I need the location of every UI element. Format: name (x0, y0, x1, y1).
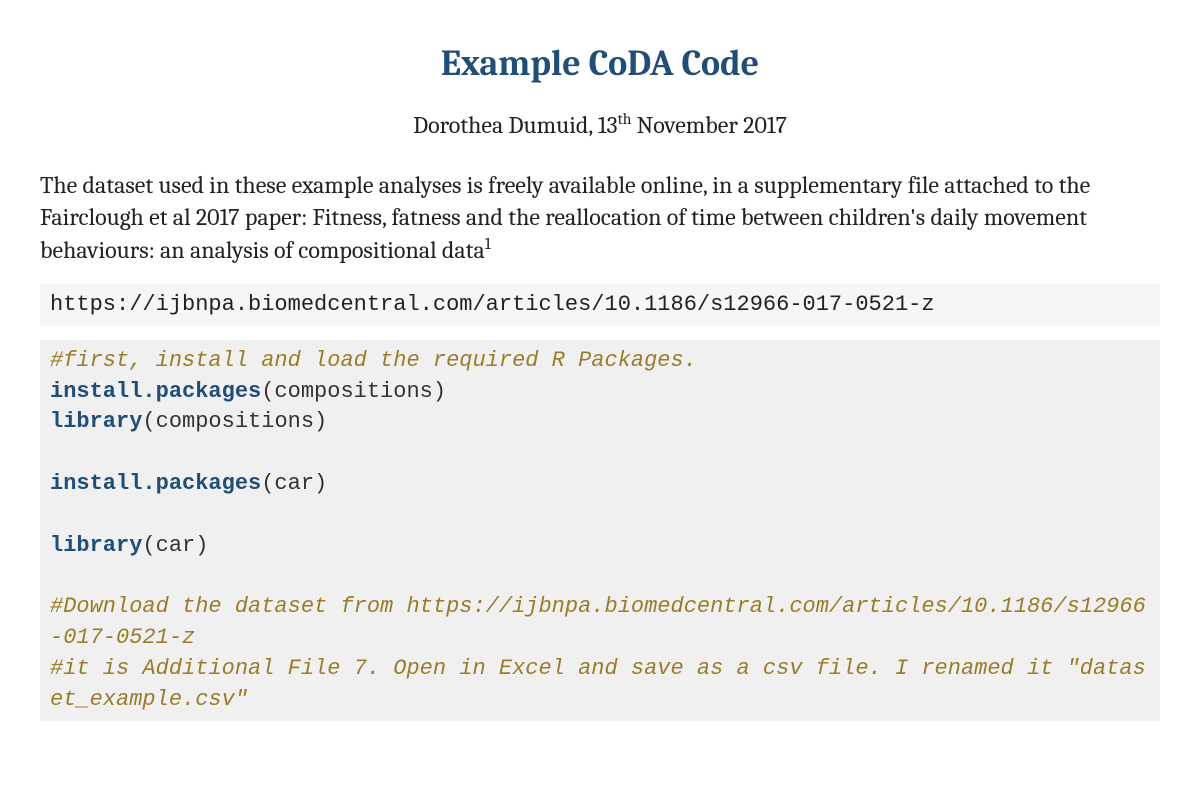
date-ordinal: th (618, 110, 632, 128)
intro-text: The dataset used in these example analys… (40, 171, 1090, 264)
code-function: library (50, 533, 142, 558)
date-suffix: November 2017 (631, 111, 787, 139)
code-comment: #Download the dataset from https://ijbnp… (50, 594, 1146, 650)
author-name: Dorothea Dumuid (413, 111, 588, 139)
date-prefix: , 13 (588, 111, 617, 139)
byline: Dorothea Dumuid, 13th November 2017 (40, 109, 1160, 141)
url-block: https://ijbnpa.biomedcentral.com/article… (40, 284, 1160, 326)
page-title: Example CoDA Code (40, 40, 1160, 89)
code-args: (car) (142, 533, 208, 558)
code-args: (compositions) (261, 379, 446, 404)
code-function: install.packages (50, 379, 261, 404)
code-function: library (50, 409, 142, 434)
code-comment: #it is Additional File 7. Open in Excel … (50, 656, 1146, 712)
code-args: (compositions) (142, 409, 327, 434)
code-args: (car) (261, 471, 327, 496)
code-comment: #first, install and load the required R … (50, 348, 697, 373)
footnote-marker: 1 (485, 235, 491, 254)
code-block: #first, install and load the required R … (40, 340, 1160, 722)
code-function: install.packages (50, 471, 261, 496)
intro-paragraph: The dataset used in these example analys… (40, 169, 1160, 266)
